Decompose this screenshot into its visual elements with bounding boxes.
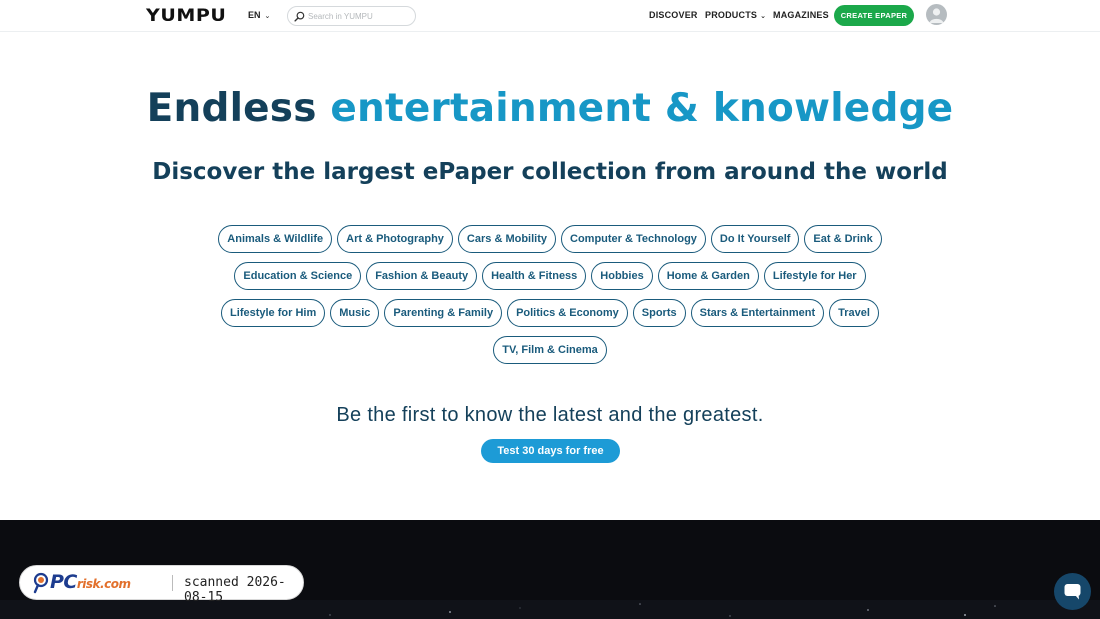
yumpu-logo[interactable]: YUMPU (146, 6, 226, 26)
chevron-down-icon: ⌄ (760, 13, 767, 20)
badge-divider (172, 575, 173, 591)
nav-discover[interactable]: DISCOVER (649, 10, 698, 20)
user-silhouette-icon (929, 8, 944, 23)
nav-products[interactable]: PRODUCTS ⌄ (705, 10, 766, 20)
category-chip[interactable]: Fashion & Beauty (366, 262, 478, 290)
search-icon (294, 11, 305, 22)
category-chip[interactable]: Animals & Wildlife (218, 225, 333, 253)
category-chip[interactable]: Education & Science (234, 262, 362, 290)
category-chip[interactable]: Art & Photography (337, 225, 453, 253)
chevron-down-icon: ⌄ (264, 13, 271, 20)
category-chip[interactable]: Parenting & Family (384, 299, 503, 327)
magnifier-logo-icon (33, 572, 49, 594)
category-chip[interactable]: Eat & Drink (804, 225, 882, 253)
category-chip[interactable]: Stars & Entertainment (690, 299, 825, 327)
free-trial-button[interactable]: Test 30 days for free (481, 439, 620, 463)
nav-products-label: PRODUCTS (705, 10, 758, 20)
category-chip[interactable]: Do It Yourself (710, 225, 800, 253)
chat-widget-button[interactable] (1054, 573, 1091, 610)
category-chip[interactable]: Hobbies (591, 262, 653, 290)
pcrisk-brand: PCrisk.com (50, 571, 131, 593)
category-chip[interactable]: Sports (632, 299, 686, 327)
hero-subheadline: Discover the largest ePaper collection f… (152, 159, 948, 185)
category-chip[interactable]: TV, Film & Cinema (493, 336, 607, 364)
user-avatar-icon[interactable] (926, 4, 947, 25)
nav-magazines[interactable]: MAGAZINES (773, 10, 829, 20)
pcrisk-watermark-badge: PCrisk.com scanned 2026-08-15 (19, 565, 304, 605)
category-chip[interactable]: Politics & Economy (507, 299, 628, 327)
create-epaper-button[interactable]: CREATE EPAPER (834, 5, 914, 26)
category-chip[interactable]: Computer & Technology (561, 225, 706, 253)
category-chip[interactable]: Home & Garden (657, 262, 759, 290)
chat-bubble-icon (1064, 584, 1081, 600)
category-chip[interactable]: Health & Fitness (482, 262, 587, 290)
category-chip[interactable]: Lifestyle for Her (763, 262, 866, 290)
category-chip[interactable]: Lifestyle for Him (221, 299, 326, 327)
top-navigation-bar: YUMPU EN⌄ DISCOVER PRODUCTS⌄ MAGAZINES C… (0, 0, 1100, 32)
pcrisk-brand-rest: risk.com (76, 577, 131, 591)
language-selector[interactable]: EN ⌄ (248, 10, 270, 20)
scanned-date: scanned 2026-08-15 (184, 575, 286, 605)
language-label: EN (248, 10, 261, 20)
search-box[interactable] (287, 6, 416, 26)
category-chip[interactable]: Cars & Mobility (457, 225, 556, 253)
hero-headline-dark: Endless (146, 86, 317, 131)
hero-headline: Endless entertainment & knowledge (0, 86, 1100, 131)
pcrisk-brand-main: PC (50, 571, 77, 593)
hero-headline-accent: entertainment & knowledge (330, 86, 954, 131)
category-chip[interactable]: Travel (829, 299, 879, 327)
category-chip[interactable]: Music (330, 299, 380, 327)
search-input[interactable] (308, 10, 408, 23)
category-list: Animals & Wildlife Art & Photography Car… (200, 225, 900, 364)
promo-tagline: Be the first to know the latest and the … (336, 404, 764, 426)
